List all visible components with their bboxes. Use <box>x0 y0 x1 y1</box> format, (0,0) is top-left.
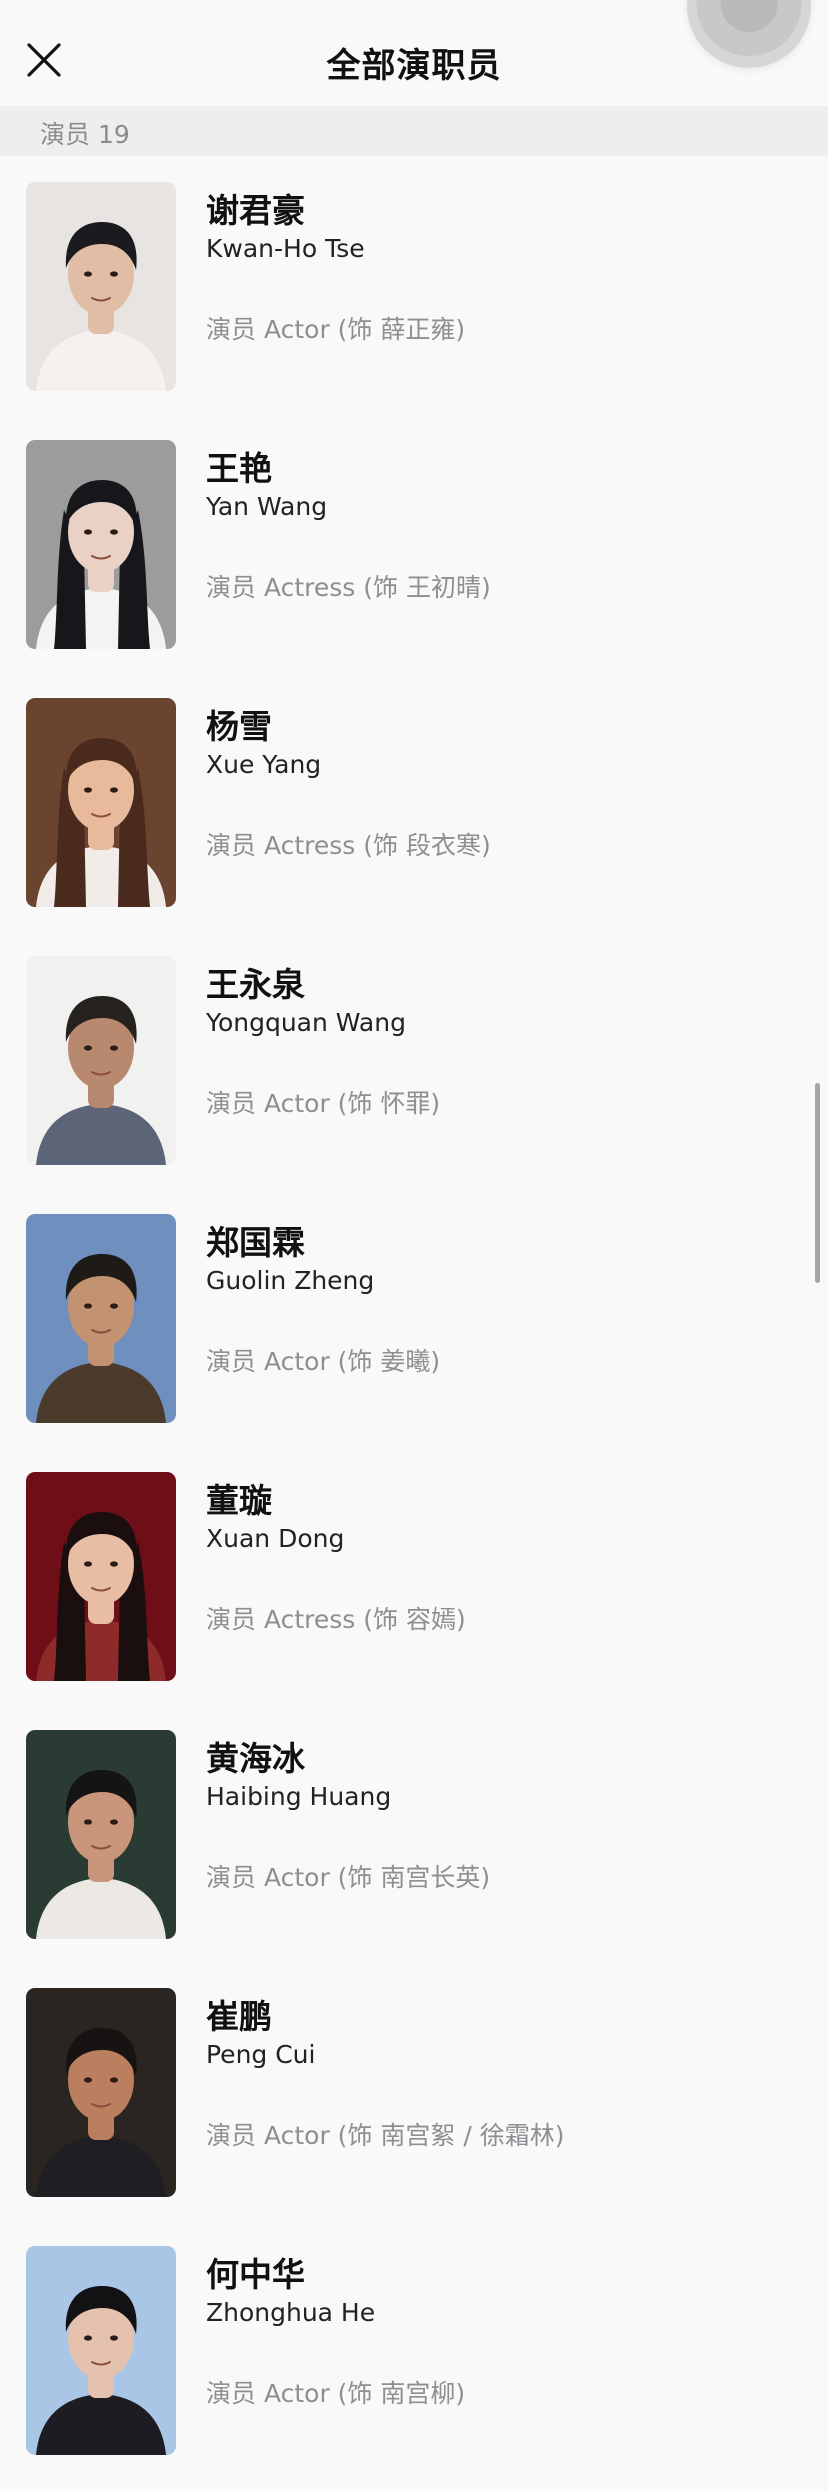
actor-photo <box>26 698 176 907</box>
actor-name-chinese: 何中华 <box>206 2255 305 2294</box>
actor-name-chinese: 杨雪 <box>206 707 272 746</box>
actor-name-chinese: 黄海冰 <box>206 1739 305 1778</box>
actor-name-english: Yan Wang <box>206 492 328 521</box>
actor-name-english: Xuan Dong <box>206 1524 345 1553</box>
portrait-image <box>26 182 176 391</box>
actor-photo <box>26 1472 176 1681</box>
actor-name-chinese: 王艳 <box>206 449 272 488</box>
scrollbar[interactable] <box>815 1083 820 1283</box>
actor-role: 演员 Actor (饰 怀罪) <box>206 1089 441 1118</box>
top-bar: 全部演职员 <box>0 0 828 106</box>
actor-name-english: Peng Cui <box>206 2040 316 2069</box>
portrait-image <box>26 698 176 907</box>
actor-photo <box>26 956 176 1165</box>
portrait-image <box>26 2246 176 2455</box>
actor-name-english: Zhonghua He <box>206 2298 376 2327</box>
portrait-image <box>26 440 176 649</box>
actor-name-chinese: 崔鹏 <box>206 1997 272 2036</box>
portrait-image <box>26 1730 176 1939</box>
cast-list-page: 全部演职员 演员 19 谢君豪 Kwan-Ho Tse 演员 Actor (饰 … <box>0 0 828 2491</box>
cast-row[interactable]: 郑国霖 Guolin Zheng 演员 Actor (饰 姜曦) <box>0 1188 828 1446</box>
actor-role: 演员 Actor (饰 南宫絮 / 徐霜林) <box>206 2121 565 2150</box>
actor-role: 演员 Actress (饰 段衣寒) <box>206 831 491 860</box>
actor-name-chinese: 郑国霖 <box>206 1223 305 1262</box>
actor-photo <box>26 440 176 649</box>
cast-row[interactable]: 王艳 Yan Wang 演员 Actress (饰 王初晴) <box>0 414 828 672</box>
actor-role: 演员 Actor (饰 姜曦) <box>206 1347 441 1376</box>
actor-name-chinese: 董璇 <box>206 1481 272 1520</box>
actor-name-english: Yongquan Wang <box>206 1008 406 1037</box>
cast-row[interactable]: 谢君豪 Kwan-Ho Tse 演员 Actor (饰 薛正雍) <box>0 156 828 414</box>
cast-row[interactable]: 何中华 Zhonghua He 演员 Actor (饰 南宫柳) <box>0 2220 828 2478</box>
portrait-image <box>26 1988 176 2197</box>
actor-photo <box>26 1730 176 1939</box>
actor-role: 演员 Actor (饰 南宫柳) <box>206 2379 466 2408</box>
actor-name-english: Kwan-Ho Tse <box>206 234 365 263</box>
cast-row[interactable]: 黄海冰 Haibing Huang 演员 Actor (饰 南宫长英) <box>0 1704 828 1962</box>
actor-role: 演员 Actor (饰 薛正雍) <box>206 315 466 344</box>
actor-photo <box>26 2246 176 2455</box>
actor-role: 演员 Actress (饰 王初晴) <box>206 573 491 602</box>
actor-name-chinese: 王永泉 <box>206 965 305 1004</box>
cast-row[interactable]: 王永泉 Yongquan Wang 演员 Actor (饰 怀罪) <box>0 930 828 1188</box>
cast-row[interactable]: 杨雪 Xue Yang 演员 Actress (饰 段衣寒) <box>0 672 828 930</box>
cast-row[interactable]: 董璇 Xuan Dong 演员 Actress (饰 容嫣) <box>0 1446 828 1704</box>
actor-role: 演员 Actress (饰 容嫣) <box>206 1605 466 1634</box>
portrait-image <box>26 1472 176 1681</box>
actor-name-english: Haibing Huang <box>206 1782 392 1811</box>
actor-name-english: Guolin Zheng <box>206 1266 375 1295</box>
section-header: 演员 19 <box>0 106 828 156</box>
cast-row[interactable]: 崔鹏 Peng Cui 演员 Actor (饰 南宫絮 / 徐霜林) <box>0 1962 828 2220</box>
actor-role: 演员 Actor (饰 南宫长英) <box>206 1863 491 1892</box>
portrait-image <box>26 1214 176 1423</box>
portrait-image <box>26 956 176 1165</box>
actor-name-chinese: 谢君豪 <box>206 191 305 230</box>
section-label: 演员 19 <box>40 120 130 149</box>
actor-photo <box>26 182 176 391</box>
actor-photo <box>26 1988 176 2197</box>
actor-name-english: Xue Yang <box>206 750 322 779</box>
actor-photo <box>26 1214 176 1423</box>
